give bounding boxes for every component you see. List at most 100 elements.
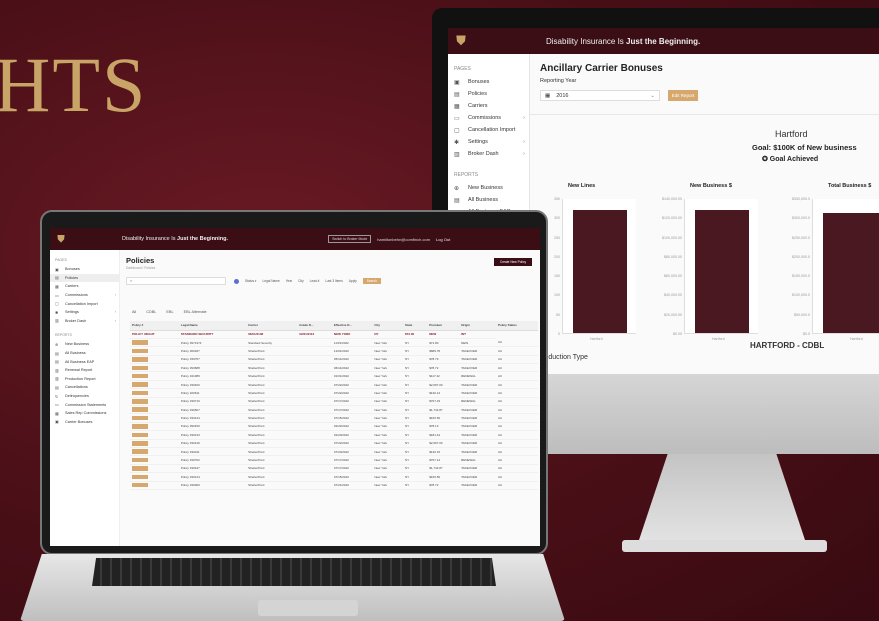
table-row[interactable]: Policy 330311 ShelterPoint 07/20/2022 New Y… [130,447,538,457]
crest-logo-icon[interactable]: ⛊ [448,28,474,54]
table-row[interactable]: POLICY 3301HT STANDARD SECURITY 06/01/2108… [130,330,538,339]
sidebar-item-broker-dash[interactable]: ▥ Broker Dash › [448,148,529,160]
column-header[interactable]: Policy Status [496,321,538,331]
filter-city[interactable]: City [298,279,304,283]
sidebar-item-new-business[interactable]: ⊕ New Business [448,182,529,194]
table-row[interactable]: Policy 320611 ShelterPoint 07/22/2022 New Y… [130,388,538,398]
sidebar-item-production-report[interactable]: ▥ Production Report [50,375,119,384]
edit-report-button[interactable]: Edit Report [668,90,698,101]
policy-status-pill[interactable] [132,407,148,412]
table-row[interactable]: Policy 330133 ShelterPoint 02/20/2022 New Y… [130,430,538,440]
sidebar-item-all-business[interactable]: ▤ All Business [50,349,119,358]
policy-status-pill[interactable] [132,373,148,379]
policy-status-pill[interactable] [132,357,148,362]
tab-all[interactable]: All [132,310,136,314]
table-cell: NY [402,355,428,365]
file-icon: ▢ [454,127,460,134]
column-header[interactable]: State [402,321,428,331]
sidebar-item-sales-rep-commissions[interactable]: ▦ Sales Rep Commissions [50,409,119,418]
policy-status-pill[interactable] [132,365,148,370]
filter-status[interactable]: Status ▾ [245,279,257,283]
column-header[interactable]: Premium [427,321,460,331]
column-header[interactable]: Effective D... [331,321,373,331]
column-header[interactable]: Grade D... [297,321,332,331]
column-header[interactable]: Carrier [246,321,298,331]
sidebar-item-settings[interactable]: ✱ Settings › [50,308,119,317]
search-input[interactable]: ⌕ [126,277,226,285]
column-header[interactable]: Policy # [130,321,179,331]
filter-year[interactable]: Year [286,279,292,283]
policy-status-pill[interactable] [132,399,148,404]
sidebar-item-commissions[interactable]: ▭ Commissions › [448,112,529,124]
table-row[interactable]: Policy 330710 ShelterPoint 07/17/2022 New Y… [130,397,538,407]
tab-ebl[interactable]: EBL [166,310,173,314]
policy-status-pill[interactable] [132,432,148,438]
sidebar-item-delinquencies[interactable]: ↻ Delinquencies [50,392,119,401]
sidebar-item-policies[interactable]: ▤ Policies [448,88,529,100]
sidebar-item-commission-statements[interactable]: ▭ Commission Statements [50,400,119,409]
policy-status-pill[interactable] [132,441,148,446]
sidebar-item-broker-dash[interactable]: ▥ Broker Dash › [50,317,119,326]
sidebar-item-policies[interactable]: ▤ Policies [50,273,119,283]
policy-status-pill[interactable] [132,474,148,480]
table-row[interactable]: Policy 330607 ShelterPoint 07/17/2022 New Y… [130,405,538,415]
column-header[interactable]: Legal Name [178,321,247,331]
filter-lead[interactable]: Lead # [310,279,320,283]
policy-status-pill[interactable] [132,449,148,454]
policy-status-pill[interactable] [132,390,148,396]
sidebar-item-all-business-eap[interactable]: ▤ All Business EAP [50,357,119,366]
policy-status-pill[interactable] [132,457,148,463]
create-policy-button[interactable]: Create New Policy [494,258,532,266]
table-cell: 07/17/2022 [331,464,373,474]
sidebar-item-cancellations[interactable]: ▤ Cancellations [50,383,119,392]
sidebar-item-carriers[interactable]: ▦ Carriers [50,282,119,291]
filter-apply[interactable]: Apply [349,279,357,283]
search-button[interactable]: Search [362,278,381,284]
table-row[interactable]: Policy 330702 ShelterPoint 07/17/2022 New Y… [130,455,538,465]
broker-mode-button[interactable]: Switch to Broker Mode [328,235,372,243]
table-row[interactable]: Policy 330000 ShelterPoint 07/21/2022 New Y… [130,481,538,490]
policy-status-pill[interactable] [132,340,148,345]
policy-status-pill[interactable] [132,382,148,387]
filter-legal-name[interactable]: Legal Name [263,279,280,283]
table-row[interactable]: Policy 390150 ShelterPoint 02/23/2022 New Y… [130,422,538,432]
sidebar-item-settings[interactable]: ✱ Settings › [448,136,529,148]
column-header[interactable]: Origin [459,321,497,331]
table-cell: Policy 330447 [178,464,247,474]
table-row[interactable]: Policy 330447 ShelterPoint 07/17/2022 New Y… [130,464,538,474]
sidebar-item-all-business[interactable]: ▤ All Business [448,194,529,206]
table-row[interactable]: Policy 330144 ShelterPoint 07/15/2022 New Y… [130,413,538,423]
table-row[interactable]: Policy 3971374 Standard Security 11/15/202… [130,338,538,348]
tab-cdbl[interactable]: CDBL [146,310,156,314]
sidebar-item-bonuses[interactable]: ▣ Bonuses [448,76,529,88]
sidebar-item-new-business[interactable]: ⊕ New Business [50,340,119,349]
sidebar-item-renewal-report[interactable]: ▥ Renewal Report [50,366,119,375]
grade-date-cell [297,481,332,490]
policy-status-pill[interactable] [132,424,148,429]
policy-status-pill[interactable] [132,415,148,421]
tab-ebl-alternate[interactable]: EBL Alternate [184,310,207,314]
sidebar: PAGES ▣ Bonuses ▤ Policies ▦ Carriers ▭ Commiss… [50,250,120,546]
year-select[interactable]: ▦ 2016 ⌄ [540,90,660,101]
sidebar-item-carriers[interactable]: ▦ Carriers [448,100,529,112]
table-cell: 07/20/2022 [331,447,373,457]
crest-logo-icon[interactable]: ⛊ [50,228,72,250]
sidebar-item-cancellation-import[interactable]: ▢ Cancellation Import [448,124,529,136]
filter-last-3-items[interactable]: Last 3 Items [325,279,342,283]
policy-status-pill[interactable] [132,466,148,471]
sidebar-item-bonuses[interactable]: ▣ Bonuses [50,265,119,274]
sidebar-item-carrier-bonuses[interactable]: ▣ Carrier Bonuses [50,418,119,427]
sidebar-item-cancellation-import[interactable]: ▢ Cancellation Import [50,299,119,308]
policy-status-pill[interactable] [132,348,148,354]
table-row[interactable]: Policy 330400 ShelterPoint 07/22/2022 New Y… [130,380,538,390]
policy-status-pill[interactable] [132,482,148,488]
sidebar-item-commissions[interactable]: ▭ Commissions › [50,291,119,300]
table-row[interactable]: Policy 360187 ShelterPoint 12/01/2022 New Y… [130,346,538,356]
table-row[interactable]: Policy 339757 ShelterPoint 05/14/2022 New Y… [130,355,538,365]
logout-link[interactable]: Log Out [436,237,450,242]
table-row[interactable]: Policy 330146 ShelterPoint 07/22/2022 New Y… [130,439,538,448]
table-row[interactable]: Policy 341089 ShelterPoint 01/01/2022 New Y… [130,371,538,381]
column-header[interactable]: City [372,321,403,331]
table-row[interactable]: Policy 393688 ShelterPoint 06/14/2022 New Y… [130,363,538,373]
table-row[interactable]: Policy 330144 ShelterPoint 07/15/2022 New Y… [130,472,538,482]
